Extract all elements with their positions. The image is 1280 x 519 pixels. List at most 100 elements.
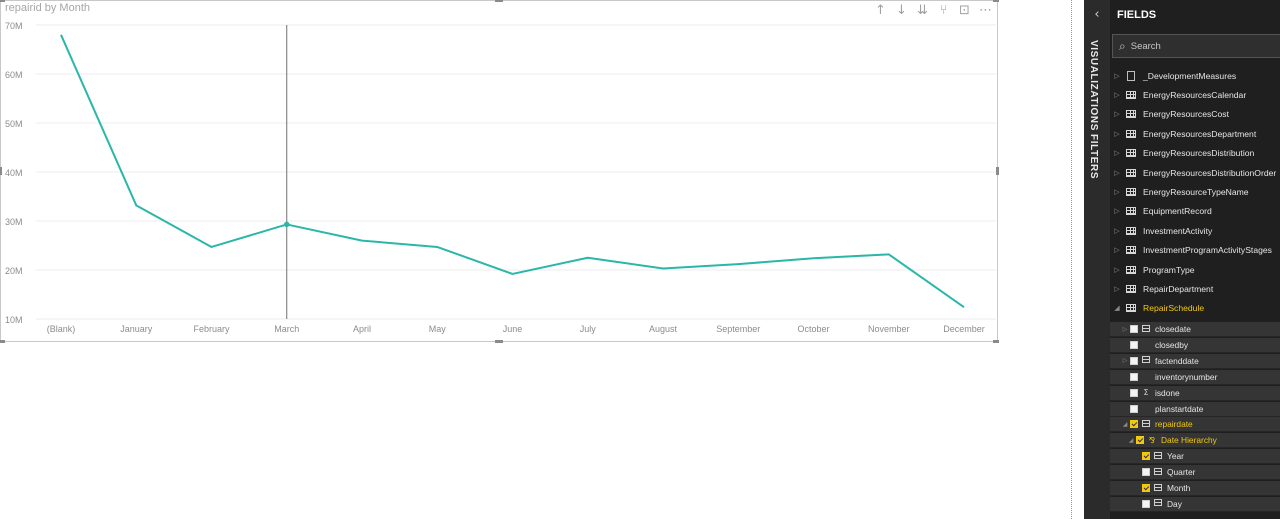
field-type-icon [1153,499,1163,508]
x-tick-label: February [193,324,230,334]
expand-arrow-icon[interactable]: ▷ [1111,169,1123,177]
x-tick-label: March [274,324,299,334]
table-item[interactable]: ▷ _DevelopmentMeasures [1110,66,1280,85]
field-checkbox[interactable] [1130,372,1138,381]
resize-handle-top[interactable] [495,0,503,2]
expand-arrow-icon[interactable]: ▷ [1111,285,1123,293]
x-tick-label: September [716,324,760,334]
data-point [283,221,290,228]
field-checkbox[interactable] [1136,436,1144,445]
expanded-arrow-icon[interactable]: ◢ [1126,437,1136,444]
x-tick-label: November [868,324,910,334]
table-item[interactable]: ▷ EnergyResourcesDepartment [1110,124,1280,143]
table-icon [1126,110,1136,119]
chart-plot: 10M 20M 30M 40M 50M 60M 70M (Blank) January Febru… [5,21,996,334]
y-tick-label: 30M [5,217,23,227]
table-item[interactable]: ▷ RepairDepartment [1110,279,1280,298]
table-item[interactable]: ▷ EquipmentRecord [1110,202,1280,221]
expand-arrow-icon[interactable]: ▷ [1111,149,1123,157]
field-item[interactable]: Σisdone [1110,385,1280,401]
resize-handle-right[interactable] [996,167,999,175]
table-item-label: EnergyResourcesDepartment [1143,128,1257,139]
field-type-icon [1153,483,1163,493]
table-icon [1126,129,1136,138]
table-icon [1126,304,1136,313]
field-item[interactable]: Day [1110,496,1280,512]
calculator-icon [1127,70,1135,81]
tab-visualizations[interactable]: VISUALIZATIONS [1088,40,1099,131]
expand-arrow-icon[interactable]: ▷ [1111,227,1123,235]
expand-arrow-icon[interactable]: ▷ [1111,188,1123,196]
table-item[interactable]: ▷ EnergyResourceTypeName [1110,182,1280,201]
y-tick-label: 50M [5,119,23,129]
expanded-arrow-icon[interactable]: ◢ [1111,304,1123,312]
expand-arrow-icon[interactable]: ▷ [1111,207,1123,215]
expanded-arrow-icon[interactable]: ◢ [1120,421,1130,428]
field-checkbox[interactable] [1130,325,1138,333]
x-tick-label: December [943,324,985,334]
report-canvas: repairid by Month ↑ ↓ ⇊ ⑂ ⊡ ⋯ 10M 20M 30M 4… [0,0,1280,519]
field-item[interactable]: planstartdate [1110,401,1280,417]
field-checkbox[interactable] [1130,420,1138,429]
expand-arrow-icon[interactable]: ▷ [1120,326,1130,333]
field-checkbox[interactable] [1130,388,1138,397]
table-item[interactable]: ▷ ProgramType [1110,260,1280,279]
field-item[interactable]: Year [1110,449,1280,465]
expand-arrow-icon[interactable]: ▷ [1120,357,1130,364]
table-item-label: InvestmentActivity [1143,225,1213,236]
expand-arrow-icon[interactable]: ▷ [1111,110,1123,118]
resize-handle-left[interactable] [0,167,2,175]
table-icon [1126,246,1136,255]
collapse-pane-icon[interactable]: ‹ [1084,4,1110,26]
field-item[interactable]: closedby [1110,337,1280,353]
table-item-label: EquipmentRecord [1143,206,1212,217]
side-pane: ‹ VISUALIZATIONS FILTERS FIELDS ⌕ ▷ _Deve… [1084,0,1280,519]
search-box[interactable]: ⌕ [1112,34,1280,58]
field-checkbox[interactable] [1142,468,1150,477]
expand-arrow-icon[interactable]: ▷ [1111,246,1123,254]
table-item[interactable]: ▷ InvestmentActivity [1110,221,1280,240]
field-type-icon [1153,467,1163,477]
resize-handle-bottom-left[interactable] [0,340,5,343]
resize-handle-top-left[interactable] [0,0,5,2]
table-item[interactable]: ▷ EnergyResourcesCost [1110,105,1280,124]
table-item[interactable]: ◢ RepairSchedule [1110,299,1280,318]
field-item[interactable]: inventorynumber [1110,369,1280,385]
tab-filters[interactable]: FILTERS [1088,134,1099,179]
expand-arrow-icon[interactable]: ▷ [1111,91,1123,99]
table-item[interactable]: ▷ InvestmentProgramActivityStages [1110,241,1280,260]
field-type-icon [1153,451,1163,461]
table-item-label: RepairSchedule [1143,303,1205,314]
expand-arrow-icon[interactable]: ▷ [1111,130,1123,138]
y-tick-label: 70M [5,21,23,31]
resize-handle-bottom[interactable] [495,340,503,343]
line-chart-visual[interactable]: repairid by Month ↑ ↓ ⇊ ⑂ ⊡ ⋯ 10M 20M 30M 4… [0,0,999,343]
field-item[interactable]: ▷ closedate [1110,322,1280,337]
field-item-label: Month [1167,483,1191,493]
field-checkbox[interactable] [1130,404,1138,413]
field-item[interactable]: ◢ ⅋ Date Hierarchy [1110,433,1280,449]
field-item-label: Day [1167,498,1182,509]
resize-handle-bottom-right[interactable] [993,340,999,343]
field-checkbox[interactable] [1142,484,1150,492]
field-checkbox[interactable] [1142,499,1150,508]
table-icon [1126,284,1136,293]
table-item[interactable]: ▷ EnergyResourcesCalendar [1110,85,1280,104]
calendar-icon [1142,356,1150,364]
field-type-icon [1141,356,1151,365]
field-item[interactable]: ◢ repairdate [1110,417,1280,433]
resize-handle-top-right[interactable] [993,0,999,2]
field-item[interactable]: Quarter [1110,465,1280,481]
field-item[interactable]: Month [1110,481,1280,496]
table-item[interactable]: ▷ EnergyResourcesDistribution [1110,144,1280,163]
table-icon [1126,187,1136,196]
field-checkbox[interactable] [1142,452,1150,461]
search-input[interactable] [1130,40,1261,52]
expand-arrow-icon[interactable]: ▷ [1111,72,1123,80]
fields-header: FIELDS [1117,9,1157,21]
field-checkbox[interactable] [1130,340,1138,349]
table-item[interactable]: ▷ EnergyResourcesDistributionOrder [1110,163,1280,182]
field-checkbox[interactable] [1130,356,1138,365]
expand-arrow-icon[interactable]: ▷ [1111,266,1123,274]
field-item[interactable]: ▷ factenddate [1110,353,1280,369]
